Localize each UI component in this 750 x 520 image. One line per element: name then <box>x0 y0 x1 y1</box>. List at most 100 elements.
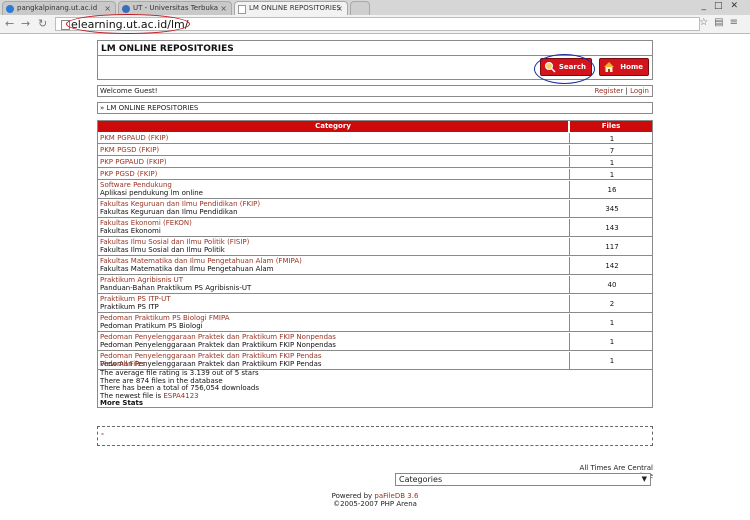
category-cell: PKM PGSD (FKIP) <box>100 146 159 155</box>
web-page: LM ONLINE REPOSITORIES Search Home Welco… <box>0 34 750 520</box>
view-all-files-link[interactable]: View All Files <box>100 360 145 368</box>
category-cell: PKM PGPAUD (FKIP) <box>100 134 168 143</box>
category-cell: Pedoman Penyelenggaraan Praktek dan Prak… <box>100 333 336 349</box>
bookmark-star-icon[interactable]: ☆▤≡ <box>699 17 744 28</box>
more-stats-link[interactable]: More Stats <box>100 399 259 408</box>
powered-by-line: Powered by paFileDB 3.6 <box>300 492 450 500</box>
file-count-cell: 345 <box>605 205 619 213</box>
tab-label: UT - Universitas Terbuka <box>133 4 219 12</box>
column-divider <box>569 145 570 155</box>
table-row: Pedoman Penyelenggaraan Praktek dan Prak… <box>97 352 653 370</box>
home-button[interactable]: Home <box>599 58 649 76</box>
copyright-text: ©2005-2007 PHP Arena <box>333 500 417 508</box>
file-count-cell: 1 <box>609 319 615 327</box>
forward-arrow-icon[interactable]: → <box>21 17 30 31</box>
url-highlight-circle <box>66 14 190 34</box>
category-cell: Software Pendukung Aplikasi pendukung lm … <box>100 181 203 197</box>
table-row: Pedoman Praktikum PS Biologi FMIPA Pedoma… <box>97 314 653 332</box>
column-divider <box>569 169 570 179</box>
close-icon[interactable]: × <box>220 2 227 15</box>
category-link[interactable]: PKM PGSD (FKIP) <box>100 146 159 155</box>
tab-label: LM ONLINE REPOSITORIES <box>249 4 341 12</box>
table-row: Praktikum PS ITP-UT Praktikum PS ITP 2 <box>97 295 653 313</box>
file-count-cell: 2 <box>609 300 615 308</box>
column-divider <box>569 295 570 312</box>
category-link[interactable]: PKM PGPAUD (FKIP) <box>100 134 168 143</box>
close-icon[interactable]: × <box>104 2 111 15</box>
new-tab-button[interactable] <box>350 1 370 15</box>
column-divider <box>569 276 570 293</box>
category-cell: PKP PGPAUD (FKIP) <box>100 158 167 167</box>
house-icon <box>604 62 614 72</box>
pafiledb-link[interactable]: paFileDB 3.6 <box>374 492 418 500</box>
welcome-text: Welcome Guest! <box>100 87 158 95</box>
table-row: Fakultas Ilmu Sosial dan Ilmu Politik (F… <box>97 238 653 256</box>
home-label: Home <box>620 63 643 71</box>
category-description: Pedoman Penyelenggaraan Praktek dan Prak… <box>100 340 336 349</box>
table-row: Fakultas Ekonomi (FEKON) Fakultas Ekonomi… <box>97 219 653 237</box>
category-cell: Fakultas Keguruan dan Ilmu Pendidikan (F… <box>100 200 260 216</box>
page-icon <box>238 5 246 14</box>
chevron-down-icon: ▼ <box>641 475 647 483</box>
statistics-block: The average file rating is 3.139 out of … <box>100 369 259 408</box>
file-count-cell: 1 <box>609 357 615 365</box>
table-row: Fakultas Keguruan dan Ilmu Pendidikan (F… <box>97 200 653 218</box>
close-icon[interactable]: × <box>336 2 343 15</box>
category-description: Fakultas Ekonomi <box>100 226 161 235</box>
welcome-bar: Welcome Guest! Register | Login <box>97 85 653 97</box>
table-row: PKM PGSD (FKIP) 7 <box>97 145 653 156</box>
category-link[interactable]: PKP PGSD (FKIP) <box>100 170 157 179</box>
file-count-cell: 142 <box>605 262 619 270</box>
category-cell: Fakultas Ekonomi (FEKON) Fakultas Ekonomi <box>100 219 192 235</box>
category-cell: Praktikum PS ITP-UT Praktikum PS ITP <box>100 295 171 311</box>
announcement-text: - <box>101 430 104 438</box>
column-divider <box>569 238 570 255</box>
announcement-box: - <box>97 426 653 446</box>
category-link[interactable]: PKP PGPAUD (FKIP) <box>100 158 167 167</box>
category-description: Fakultas Keguruan dan Ilmu Pendidikan <box>100 207 238 216</box>
table-row: Pedoman Penyelenggaraan Praktek dan Prak… <box>97 333 653 351</box>
back-arrow-icon[interactable]: ← <box>5 17 14 31</box>
file-count-cell: 16 <box>607 186 617 194</box>
file-count-cell: 40 <box>607 281 617 289</box>
view-all-label: View All Files <box>100 360 146 368</box>
login-link[interactable]: Login <box>630 87 649 95</box>
browser-tab-pangkalpinang[interactable]: pangkalpinang.ut.ac.id × <box>2 1 116 15</box>
breadcrumb: » LM ONLINE REPOSITORIES <box>97 102 653 114</box>
column-header-category: Category <box>98 121 568 132</box>
column-divider <box>569 257 570 274</box>
newest-file-link[interactable]: ESPA4123 <box>163 392 198 400</box>
browser-tab-bar: pangkalpinang.ut.ac.id × UT - Universita… <box>0 0 750 15</box>
reload-icon[interactable]: ↻ <box>38 17 47 31</box>
browser-tab-ut[interactable]: UT - Universitas Terbuka × <box>118 1 232 15</box>
browser-tab-lm-repositories[interactable]: LM ONLINE REPOSITORIES × <box>234 1 348 15</box>
column-divider <box>569 352 570 369</box>
file-count-cell: 117 <box>605 243 619 251</box>
category-cell: Fakultas Matematika dan Ilmu Pengetahuan… <box>100 257 302 273</box>
select-value: Categories <box>399 475 443 484</box>
register-link[interactable]: Register <box>594 87 623 95</box>
table-row: Fakultas Matematika dan Ilmu Pengetahuan… <box>97 257 653 275</box>
category-cell: Pedoman Praktikum PS Biologi FMIPA Pedoma… <box>100 314 230 330</box>
file-count-cell: 7 <box>609 147 615 155</box>
powered-prefix: Powered by <box>331 492 373 500</box>
column-divider <box>569 181 570 198</box>
column-header-files: Files <box>570 121 652 132</box>
globe-icon <box>6 5 14 13</box>
table-row: PKP PGSD (FKIP) 1 <box>97 169 653 180</box>
window-controls[interactable]: _□✕ <box>701 1 746 11</box>
account-links: Register | Login <box>594 87 649 95</box>
column-divider <box>569 333 570 350</box>
category-description: Praktikum PS ITP <box>100 302 159 311</box>
category-cell: PKP PGSD (FKIP) <box>100 170 157 179</box>
category-description: Fakultas Matematika dan Ilmu Pengetahuan… <box>100 264 274 273</box>
category-jump-select[interactable]: Categories ▼ <box>395 473 651 486</box>
ut-logo-icon <box>122 5 130 13</box>
search-highlight-circle <box>534 54 595 84</box>
table-row: PKM PGPAUD (FKIP) 1 <box>97 133 653 144</box>
page-title: LM ONLINE REPOSITORIES <box>101 44 234 54</box>
column-divider <box>569 200 570 217</box>
breadcrumb-text: » LM ONLINE REPOSITORIES <box>100 104 199 112</box>
category-description: Pedoman Pratikum PS Biologi <box>100 321 203 330</box>
table-row: PKP PGPAUD (FKIP) 1 <box>97 157 653 168</box>
